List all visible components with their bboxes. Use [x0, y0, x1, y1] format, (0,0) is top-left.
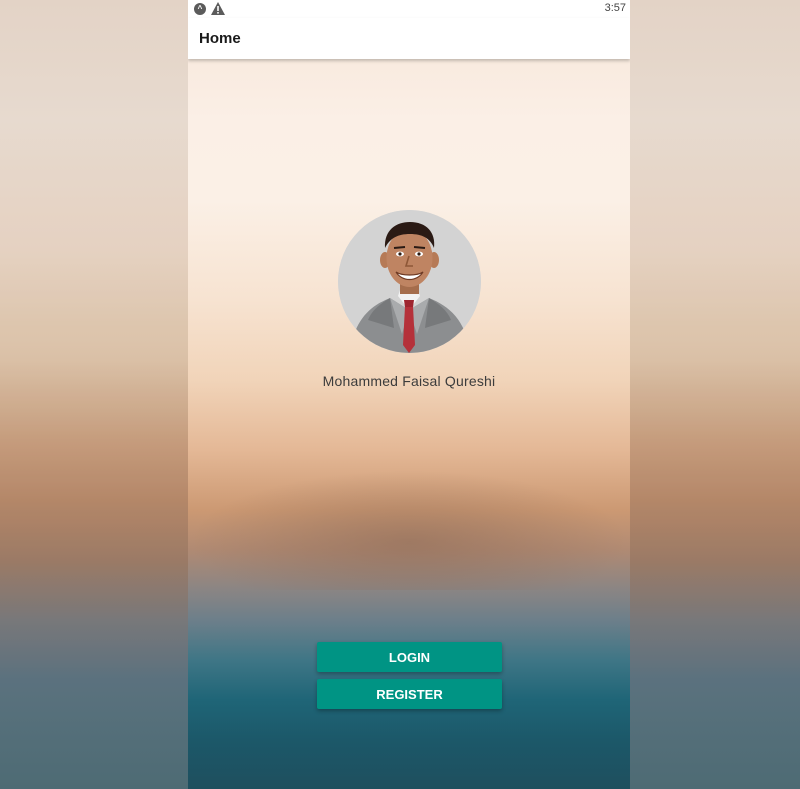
person-caricature-avatar-icon [338, 210, 481, 353]
phone-screen: ^ 3:57 Home Mohammed Faisal Qureshi LOGI… [188, 0, 630, 789]
app-bar: Home [188, 18, 630, 59]
app-notification-icon: ^ [194, 3, 206, 15]
login-button[interactable]: LOGIN [317, 642, 502, 672]
background-haze [188, 470, 630, 590]
profile-name: Mohammed Faisal Qureshi [322, 373, 496, 389]
warning-icon [211, 2, 225, 15]
status-bar: ^ 3:57 [188, 0, 630, 18]
page-title: Home [199, 30, 241, 47]
register-button[interactable]: REGISTER [317, 679, 502, 709]
avatar [338, 210, 481, 353]
status-time: 3:57 [604, 2, 626, 14]
